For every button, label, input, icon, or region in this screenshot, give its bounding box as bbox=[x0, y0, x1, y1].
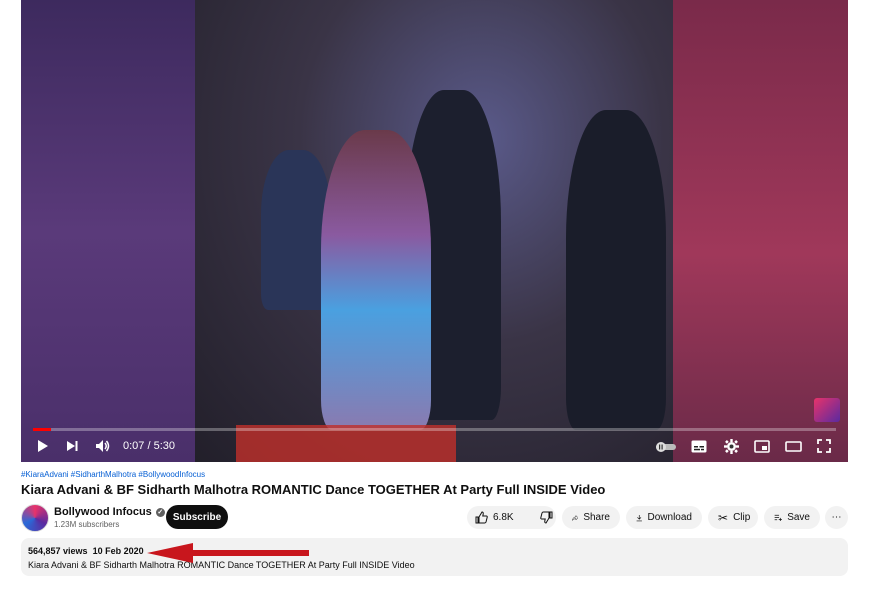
autoplay-toggle-icon[interactable] bbox=[655, 441, 677, 453]
dislike-button[interactable] bbox=[532, 506, 561, 529]
more-actions-button[interactable]: ⋯ bbox=[825, 506, 848, 529]
subscriber-count: 1.23M subscribers bbox=[54, 520, 120, 529]
video-frame-left-blur bbox=[21, 0, 195, 462]
thumbs-down-icon bbox=[539, 511, 553, 524]
description-meta: 564,857 views 10 Feb 2020 bbox=[28, 546, 144, 556]
video-title: Kiara Advani & BF Sidharth Malhotra ROMA… bbox=[21, 482, 606, 497]
volume-icon[interactable] bbox=[95, 439, 111, 453]
progress-bar-played bbox=[33, 428, 51, 431]
thumbs-up-icon bbox=[475, 511, 488, 524]
share-label: Share bbox=[583, 512, 610, 523]
more-icon: ⋯ bbox=[831, 512, 842, 523]
download-label: Download bbox=[647, 512, 692, 523]
theater-mode-icon[interactable] bbox=[785, 440, 802, 453]
red-annotation-arrow bbox=[147, 543, 309, 563]
clip-button[interactable]: ✂ Clip bbox=[708, 506, 758, 529]
download-icon bbox=[636, 514, 642, 521]
video-figure-dancer bbox=[566, 110, 666, 430]
save-label: Save bbox=[787, 512, 810, 523]
channel-name-row[interactable]: Bollywood Infocus ✓ bbox=[54, 506, 165, 518]
like-button[interactable]: 6.8K bbox=[467, 506, 522, 529]
clip-label: Clip bbox=[733, 512, 751, 523]
channel-watermark-logo[interactable] bbox=[814, 398, 840, 422]
channel-name[interactable]: Bollywood Infocus bbox=[54, 506, 152, 518]
share-icon bbox=[572, 514, 579, 521]
share-button[interactable]: Share bbox=[562, 506, 620, 529]
verified-check-icon: ✓ bbox=[155, 507, 165, 517]
miniplayer-icon[interactable] bbox=[754, 440, 770, 453]
player-controls: 0:07 / 5:30 bbox=[21, 432, 848, 462]
subscribe-button[interactable]: Subscribe bbox=[166, 505, 228, 529]
video-figure-woman bbox=[321, 130, 431, 430]
video-player[interactable]: 0:07 / 5:30 bbox=[21, 0, 848, 462]
scissors-icon: ✂ bbox=[718, 510, 729, 525]
like-dislike-group: 6.8K bbox=[467, 506, 556, 529]
like-count: 6.8K bbox=[493, 512, 514, 523]
next-icon[interactable] bbox=[65, 439, 79, 453]
video-hashtags[interactable]: #KiaraAdvani #SidharthMalhotra #Bollywoo… bbox=[21, 470, 205, 479]
download-button[interactable]: Download bbox=[626, 506, 702, 529]
video-frame-right-blur bbox=[673, 0, 848, 462]
settings-gear-icon[interactable] bbox=[724, 439, 739, 454]
play-icon[interactable] bbox=[35, 439, 49, 453]
upload-date: 10 Feb 2020 bbox=[92, 546, 144, 556]
save-button[interactable]: Save bbox=[764, 506, 820, 529]
time-display: 0:07 / 5:30 bbox=[123, 440, 175, 452]
view-count: 564,857 views bbox=[28, 546, 88, 556]
channel-avatar[interactable] bbox=[21, 504, 49, 532]
progress-bar[interactable] bbox=[33, 428, 836, 431]
fullscreen-icon[interactable] bbox=[817, 439, 831, 453]
captions-icon[interactable] bbox=[691, 440, 707, 453]
save-playlist-add-icon bbox=[774, 514, 782, 521]
